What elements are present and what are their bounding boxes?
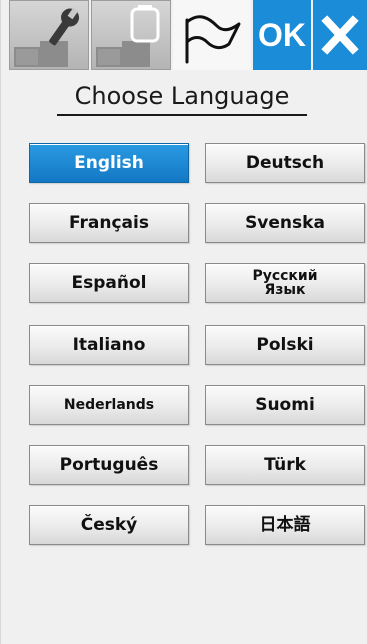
language-button-cesky[interactable]: Český [29,505,189,545]
close-button[interactable] [313,0,367,70]
tab-embroidery[interactable] [91,0,171,70]
language-button-polski[interactable]: Polski [205,325,365,365]
language-settings-screen: OK Choose Language English Deutsch Franç… [0,0,368,644]
language-button-deutsch[interactable]: Deutsch [205,143,365,183]
settings-tab-bar: OK [1,0,367,72]
language-button-english[interactable]: English [29,143,189,183]
language-button-svenska[interactable]: Svenska [205,203,365,243]
flag-icon [185,15,241,64]
wrench-icon [14,7,80,67]
ok-button[interactable]: OK [253,0,311,70]
language-button-russkiy[interactable]: Русский Язык [205,263,365,303]
tab-language[interactable] [173,0,251,70]
language-button-espanol[interactable]: Español [29,263,189,303]
page-title: Choose Language [74,82,290,110]
tab-settings[interactable] [9,0,89,70]
language-button-portugues[interactable]: Português [29,445,189,485]
close-icon [321,15,359,55]
language-button-japanese[interactable]: 日本語 [205,505,365,545]
embroidery-frame-icon [96,5,160,67]
title-underline [57,114,307,116]
language-button-italiano[interactable]: Italiano [29,325,189,365]
language-button-nederlands[interactable]: Nederlands [29,385,189,425]
language-button-suomi[interactable]: Suomi [205,385,365,425]
language-button-francais[interactable]: Français [29,203,189,243]
language-button-turk[interactable]: Türk [205,445,365,485]
